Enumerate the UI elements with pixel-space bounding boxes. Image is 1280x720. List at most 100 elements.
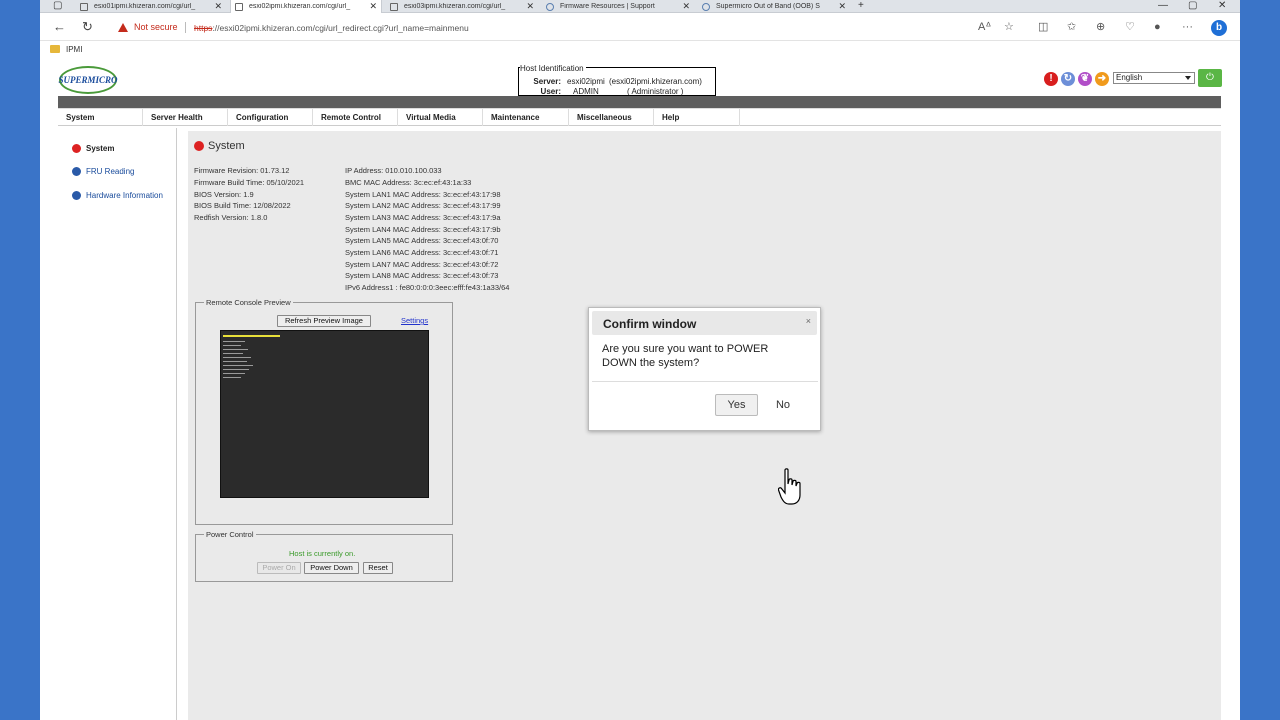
power-down-button[interactable]: Power Down bbox=[304, 562, 359, 574]
dialog-header: Confirm window × bbox=[592, 311, 817, 335]
tab-label: esxi03ipmi.khizeran.com/cgi/url_ bbox=[404, 3, 506, 10]
sidebar: System FRU Reading Hardware Information bbox=[58, 128, 177, 720]
reset-button[interactable]: Reset bbox=[363, 562, 393, 574]
globe-icon bbox=[702, 2, 710, 11]
console-line bbox=[223, 345, 241, 346]
not-secure-indicator[interactable]: Not secure bbox=[118, 22, 178, 32]
close-icon[interactable]: ✕ bbox=[838, 1, 846, 12]
redfish-version: Redfish Version: 1.8.0 bbox=[194, 213, 268, 222]
address-bar: ← ↻ Not secure https://esxi02ipmi.khizer… bbox=[40, 14, 1240, 41]
header-icons: ! ↻ ❦ ➜ bbox=[1044, 72, 1112, 86]
bios-build-time: BIOS Build Time: 12/08/2022 bbox=[194, 201, 291, 210]
tab-label: esxi02ipmi.khizeran.com/cgi/url_ bbox=[249, 3, 351, 10]
profile-icon[interactable]: ● bbox=[1154, 21, 1161, 33]
console-line bbox=[223, 377, 241, 378]
tab-esxi03[interactable]: esxi03ipmi.khizeran.com/cgi/url_ ✕ bbox=[386, 0, 538, 13]
yes-button[interactable]: Yes bbox=[715, 394, 758, 416]
close-icon[interactable]: ✕ bbox=[682, 1, 690, 12]
server-fqdn: (esxi02ipmi.khizeran.com) bbox=[609, 77, 702, 86]
menu-server-health[interactable]: Server Health bbox=[143, 109, 228, 126]
power-on-button[interactable]: Power On bbox=[257, 562, 301, 574]
no-button[interactable]: No bbox=[765, 394, 801, 416]
tab-actions-icon[interactable]: ▢ bbox=[53, 0, 62, 12]
tab-label: Firmware Resources | Support bbox=[560, 3, 655, 10]
window-close-icon[interactable]: ✕ bbox=[1218, 0, 1226, 12]
console-preview-image[interactable] bbox=[220, 330, 429, 498]
lan6-mac-address: System LAN6 MAC Address: 3c:ec:ef:43:0f:… bbox=[345, 248, 499, 257]
console-line bbox=[223, 361, 247, 362]
menu-virtual-media[interactable]: Virtual Media bbox=[398, 109, 483, 126]
chevron-down-icon bbox=[1185, 76, 1191, 80]
divider bbox=[592, 381, 818, 382]
bullet-icon bbox=[72, 191, 81, 200]
url-field[interactable]: https://esxi02ipmi.khizeran.com/cgi/url_… bbox=[194, 23, 469, 33]
user-label: User: bbox=[540, 87, 561, 96]
main-menu: System Server Health Configuration Remot… bbox=[58, 108, 1221, 126]
browser-essentials-icon[interactable]: ♡ bbox=[1125, 21, 1135, 33]
user-value: ADMIN bbox=[573, 87, 599, 96]
menu-configuration[interactable]: Configuration bbox=[228, 109, 313, 126]
close-icon[interactable]: ✕ bbox=[214, 1, 222, 12]
sidebar-item-fru-reading[interactable]: FRU Reading bbox=[72, 167, 134, 176]
lan5-mac-address: System LAN5 MAC Address: 3c:ec:ef:43:0f:… bbox=[345, 236, 499, 245]
hand-cursor-icon bbox=[778, 468, 801, 505]
globe-icon bbox=[546, 2, 554, 11]
refresh-icon[interactable]: ↻ bbox=[82, 20, 93, 34]
bing-copilot-icon[interactable]: b bbox=[1211, 20, 1227, 36]
page-icon bbox=[390, 2, 398, 11]
more-menu-icon[interactable]: ··· bbox=[1182, 21, 1193, 33]
bmc-mac-address: BMC MAC Address: 3c:ec:ef:43:1a:33 bbox=[345, 178, 472, 187]
split-screen-icon[interactable]: ◫ bbox=[1038, 21, 1048, 33]
host-identification: Host Identification Server: esxi02ipmi (… bbox=[518, 64, 716, 96]
menu-miscellaneous[interactable]: Miscellaneous bbox=[569, 109, 654, 126]
divider bbox=[185, 22, 186, 33]
lan4-mac-address: System LAN4 MAC Address: 3c:ec:ef:43:17:… bbox=[345, 225, 501, 234]
url-scheme: https bbox=[194, 23, 213, 33]
tab-supermicro-oob[interactable]: Supermicro Out of Band (OOB) S ✕ bbox=[698, 0, 850, 13]
sidebar-item-system[interactable]: System bbox=[72, 144, 114, 153]
favorites-icon[interactable]: ✩ bbox=[1067, 21, 1076, 33]
settings-link[interactable]: Settings bbox=[401, 316, 428, 325]
supermicro-logo: SUPERMICRO bbox=[58, 66, 118, 94]
tab-label: esxi01ipmi.khizeran.com/cgi/url_ bbox=[94, 3, 196, 10]
dialog-message: Are you sure you want to POWER DOWN the … bbox=[602, 343, 769, 369]
sidebar-item-label: System bbox=[86, 144, 115, 153]
language-select[interactable]: English bbox=[1113, 72, 1195, 84]
power-control-legend: Power Control bbox=[204, 530, 256, 539]
minimize-icon[interactable]: — bbox=[1158, 0, 1168, 12]
read-aloud-icon[interactable]: Aᐞ bbox=[978, 21, 991, 33]
console-line bbox=[223, 373, 245, 374]
menu-system[interactable]: System bbox=[58, 109, 143, 126]
favorite-star-icon[interactable]: ☆ bbox=[1004, 21, 1014, 33]
close-icon[interactable]: ✕ bbox=[369, 1, 377, 12]
menu-remote-control[interactable]: Remote Control bbox=[313, 109, 398, 126]
console-line bbox=[223, 353, 243, 354]
sidebar-item-hardware-information[interactable]: Hardware Information bbox=[72, 191, 163, 200]
remote-console-preview: Remote Console Preview Refresh Preview I… bbox=[195, 298, 453, 525]
menu-help[interactable]: Help bbox=[654, 109, 740, 126]
tab-firmware-resources[interactable]: Firmware Resources | Support ✕ bbox=[542, 0, 694, 13]
lan3-mac-address: System LAN3 MAC Address: 3c:ec:ef:43:17:… bbox=[345, 213, 501, 222]
tab-esxi02[interactable]: esxi02ipmi.khizeran.com/cgi/url_ ✕ bbox=[230, 0, 382, 13]
favorite-ipmi[interactable]: IPMI bbox=[66, 45, 82, 54]
menu-maintenance[interactable]: Maintenance bbox=[483, 109, 569, 126]
close-icon[interactable]: × bbox=[806, 316, 811, 326]
back-icon[interactable]: ← bbox=[53, 20, 66, 34]
host-status: Host is currently on. bbox=[289, 549, 356, 558]
tab-esxi01[interactable]: esxi01ipmi.khizeran.com/cgi/url_ ✕ bbox=[76, 0, 226, 13]
maximize-icon[interactable]: ▢ bbox=[1188, 0, 1197, 12]
leaf-icon[interactable]: ❦ bbox=[1078, 72, 1092, 86]
refresh-preview-button[interactable]: Refresh Preview Image bbox=[277, 315, 371, 327]
ip-address: IP Address: 010.010.100.033 bbox=[345, 166, 442, 175]
alert-icon[interactable]: ! bbox=[1044, 72, 1058, 86]
new-tab-icon[interactable]: + bbox=[858, 0, 864, 12]
console-line bbox=[223, 365, 253, 366]
collections-icon[interactable]: ⊕ bbox=[1096, 21, 1105, 33]
warning-icon bbox=[118, 22, 128, 32]
logout-icon[interactable]: ➜ bbox=[1095, 72, 1109, 86]
browser-window: ▢ esxi01ipmi.khizeran.com/cgi/url_ ✕ esx… bbox=[40, 0, 1240, 720]
power-status-icon[interactable]: ⏻ bbox=[1198, 69, 1222, 87]
close-icon[interactable]: ✕ bbox=[526, 1, 534, 12]
refresh-page-icon[interactable]: ↻ bbox=[1061, 72, 1075, 86]
page-icon bbox=[80, 2, 88, 11]
